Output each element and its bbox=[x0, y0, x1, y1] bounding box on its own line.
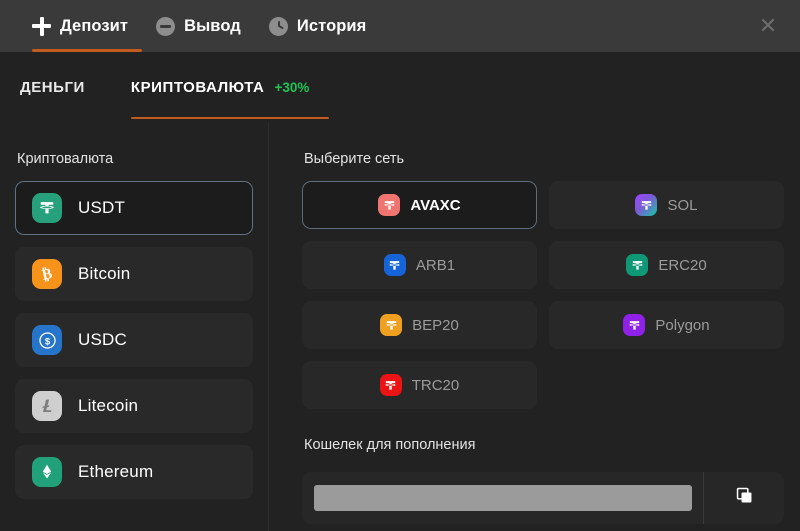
column-divider bbox=[268, 123, 269, 531]
category-tabs: ДЕНЬГИ КРИПТОВАЛЮТА +30% bbox=[0, 52, 800, 123]
tab-money[interactable]: ДЕНЬГИ bbox=[20, 52, 85, 123]
wallet-address-input[interactable] bbox=[314, 485, 692, 511]
network-item-bep20[interactable]: BEP20 bbox=[302, 301, 537, 349]
network-item-polygon[interactable]: Polygon bbox=[549, 301, 784, 349]
tether-icon bbox=[623, 314, 646, 336]
close-icon[interactable]: ✕ bbox=[752, 10, 784, 42]
network-label-erc20: ERC20 bbox=[658, 256, 707, 274]
svg-text:$: $ bbox=[44, 336, 50, 347]
network-item-sol[interactable]: SOL bbox=[549, 181, 784, 229]
crypto-item-usdt[interactable]: USDT bbox=[15, 181, 253, 235]
crypto-item-usdc[interactable]: $ USDC bbox=[15, 313, 253, 367]
topnav-item-history[interactable]: История bbox=[255, 0, 381, 52]
usdc-icon: $ bbox=[32, 325, 62, 355]
tab-crypto[interactable]: КРИПТОВАЛЮТА +30% bbox=[130, 52, 329, 123]
crypto-panel-title: Криптовалюта bbox=[17, 151, 114, 167]
tether-icon bbox=[379, 374, 402, 396]
tab-crypto-label: КРИПТОВАЛЮТА bbox=[130, 79, 265, 96]
network-grid: AVAXC SOL ARB1 ERC20 BEP20 Polygon TRC20 bbox=[302, 181, 784, 409]
network-panel-title: Выберите сеть bbox=[304, 151, 405, 167]
modal-body: Криптовалюта USDT ₿ Bitcoin $ USDC Litec… bbox=[0, 123, 800, 531]
top-navigation: Депозит Вывод История bbox=[0, 0, 380, 52]
minus-circle-icon bbox=[156, 16, 176, 36]
topnav-label-history: История bbox=[296, 16, 367, 35]
crypto-label-usdc: USDC bbox=[78, 330, 127, 349]
usdt-icon bbox=[32, 193, 62, 223]
svg-text:₿: ₿ bbox=[41, 266, 54, 284]
tether-icon bbox=[635, 194, 658, 216]
network-item-trc20[interactable]: TRC20 bbox=[302, 361, 537, 409]
network-label-sol: SOL bbox=[667, 196, 698, 214]
network-item-erc20[interactable]: ERC20 bbox=[549, 241, 784, 289]
wallet-section-title: Кошелек для пополнения bbox=[304, 437, 476, 453]
tab-crypto-bonus-badge: +30% bbox=[274, 80, 310, 95]
ethereum-icon bbox=[32, 457, 62, 487]
topnav-item-deposit[interactable]: Депозит bbox=[18, 0, 142, 52]
topnav-label-withdraw: Вывод bbox=[184, 16, 241, 35]
plus-icon bbox=[32, 16, 51, 36]
network-item-avaxc[interactable]: AVAXC bbox=[302, 181, 537, 229]
network-label-trc20: TRC20 bbox=[411, 376, 460, 394]
tether-icon bbox=[626, 254, 649, 276]
deposit-modal: Депозит Вывод История ✕ ДЕНЬГИ КРИПТОВАЛ… bbox=[0, 0, 800, 531]
tab-money-label: ДЕНЬГИ bbox=[20, 79, 85, 96]
network-label-bep20: BEP20 bbox=[412, 316, 459, 334]
modal-header: Депозит Вывод История ✕ bbox=[0, 0, 800, 52]
tab-crypto-underline bbox=[130, 117, 329, 119]
topnav-item-withdraw[interactable]: Вывод bbox=[142, 0, 255, 52]
network-label-arb1: ARB1 bbox=[415, 256, 456, 274]
crypto-label-ethereum: Ethereum bbox=[78, 462, 154, 481]
network-item-arb1[interactable]: ARB1 bbox=[302, 241, 537, 289]
bitcoin-icon: ₿ bbox=[32, 259, 62, 289]
crypto-selector-panel: Криптовалюта USDT ₿ Bitcoin $ USDC Litec… bbox=[0, 123, 268, 531]
clock-icon bbox=[268, 16, 288, 36]
crypto-item-litecoin[interactable]: Litecoin bbox=[15, 379, 253, 433]
tether-icon bbox=[380, 314, 403, 336]
wallet-address-row bbox=[302, 472, 784, 524]
copy-icon bbox=[735, 486, 754, 510]
crypto-label-bitcoin: Bitcoin bbox=[78, 264, 131, 283]
tether-icon bbox=[378, 194, 401, 216]
litecoin-icon bbox=[32, 391, 62, 421]
crypto-item-ethereum[interactable]: Ethereum bbox=[15, 445, 253, 499]
crypto-item-bitcoin[interactable]: ₿ Bitcoin bbox=[15, 247, 253, 301]
network-label-avaxc: AVAXC bbox=[410, 196, 461, 214]
network-label-polygon: Polygon bbox=[655, 316, 710, 334]
tether-icon bbox=[383, 254, 406, 276]
crypto-list: USDT ₿ Bitcoin $ USDC Litecoin Ethereum bbox=[0, 181, 268, 511]
crypto-label-litecoin: Litecoin bbox=[78, 396, 139, 415]
topnav-label-deposit: Депозит bbox=[60, 16, 129, 35]
copy-address-button[interactable] bbox=[704, 472, 784, 524]
crypto-label-usdt: USDT bbox=[78, 198, 126, 217]
network-selector-panel: Выберите сеть AVAXC SOL ARB1 ERC20 BEP20… bbox=[286, 123, 800, 531]
